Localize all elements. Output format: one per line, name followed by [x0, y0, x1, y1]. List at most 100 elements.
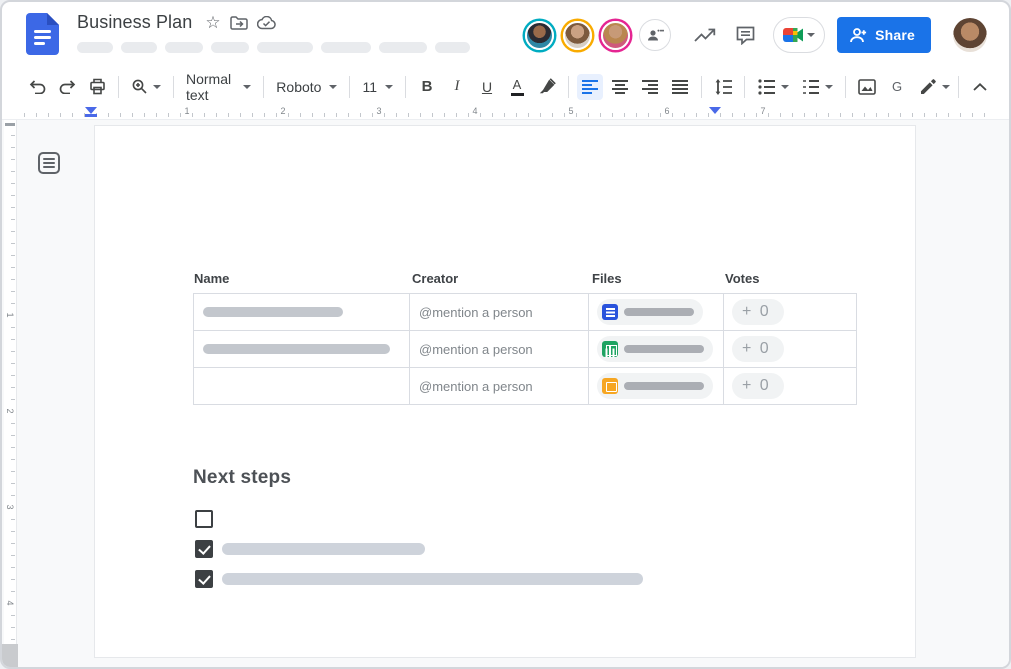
file-name-placeholder-bar — [624, 308, 694, 316]
checkbox[interactable] — [195, 570, 213, 588]
vote-chip[interactable]: + 0 — [732, 336, 784, 362]
menu-item-placeholder[interactable] — [77, 42, 113, 53]
hide-menus-button[interactable] — [967, 74, 993, 100]
votes-cell[interactable]: + 0 — [723, 368, 857, 404]
checkbox[interactable] — [195, 510, 213, 528]
menu-item-placeholder[interactable] — [435, 42, 470, 53]
task-placeholder-bar — [222, 543, 425, 555]
divider — [349, 76, 350, 98]
votes-cell[interactable]: + 0 — [723, 294, 857, 330]
bulleted-list-button[interactable] — [753, 74, 793, 100]
font-size-caret — [385, 85, 393, 89]
comment-icon[interactable] — [725, 15, 765, 55]
column-header-votes: Votes — [723, 271, 857, 286]
meet-button[interactable] — [773, 17, 825, 53]
activity-dashboard-icon[interactable] — [685, 15, 725, 55]
font-size-value: 11 — [362, 79, 377, 95]
task-placeholder-bar — [222, 573, 643, 585]
align-justify-button[interactable] — [667, 74, 693, 100]
document-title[interactable]: Business Plan — [77, 12, 192, 33]
table-row: @mention a person + 0 — [193, 294, 857, 331]
menu-item-placeholder[interactable] — [165, 42, 203, 53]
meet-dropdown-caret[interactable] — [807, 33, 815, 37]
share-button[interactable]: Share — [837, 17, 931, 53]
editing-mode-button[interactable] — [914, 74, 956, 100]
g-tool-icon[interactable]: G — [884, 74, 910, 100]
files-cell[interactable] — [588, 368, 723, 404]
hidden-collaborators-button[interactable] — [639, 19, 671, 51]
editing-mode-caret — [942, 85, 950, 89]
menu-item-placeholder[interactable] — [379, 42, 427, 53]
ruler-number: 1 — [5, 310, 15, 320]
divider — [263, 76, 264, 98]
files-cell[interactable] — [588, 294, 723, 330]
vote-chip[interactable]: + 0 — [732, 373, 784, 399]
creator-cell[interactable]: @mention a person — [409, 331, 588, 367]
right-indent-marker[interactable] — [709, 107, 721, 114]
top-margin-marker[interactable] — [5, 123, 15, 126]
checklist-item — [195, 569, 643, 589]
file-chip[interactable] — [597, 373, 713, 399]
ruler-number: 3 — [374, 106, 384, 116]
left-indent-bar[interactable] — [85, 114, 97, 117]
redo-button[interactable] — [54, 74, 80, 100]
align-right-button[interactable] — [637, 74, 663, 100]
name-cell[interactable] — [193, 331, 409, 367]
bold-button[interactable]: B — [414, 74, 440, 100]
vote-chip[interactable]: + 0 — [732, 299, 784, 325]
ruler-end-block — [2, 644, 18, 669]
account-avatar[interactable] — [953, 18, 987, 52]
ruler-number: 4 — [470, 106, 480, 116]
zoom-caret — [153, 85, 161, 89]
mention-placeholder[interactable]: @mention a person — [419, 379, 533, 394]
menu-item-placeholder[interactable] — [321, 42, 371, 53]
mention-placeholder[interactable]: @mention a person — [419, 342, 533, 357]
paragraph-style-select[interactable]: Normal text — [180, 74, 257, 100]
menu-item-placeholder[interactable] — [257, 42, 313, 53]
files-cell[interactable] — [588, 331, 723, 367]
vertical-ruler: 1 2 3 4 — [4, 120, 17, 644]
text-color-button[interactable]: A — [504, 74, 530, 100]
name-cell[interactable] — [193, 368, 409, 404]
undo-button[interactable] — [24, 74, 50, 100]
creator-cell[interactable]: @mention a person — [409, 368, 588, 404]
collaborator-avatar[interactable] — [563, 21, 592, 50]
ruler-ticks — [24, 113, 987, 117]
file-chip[interactable] — [597, 299, 703, 325]
name-cell[interactable] — [193, 294, 409, 330]
font-family-select[interactable]: Roboto — [270, 74, 343, 100]
file-chip[interactable] — [597, 336, 713, 362]
zoom-select[interactable] — [127, 74, 165, 100]
align-center-button[interactable] — [607, 74, 633, 100]
print-button[interactable] — [84, 74, 110, 100]
page[interactable]: Name Creator Files Votes @mention a pers… — [95, 126, 915, 657]
star-icon[interactable]: ☆ — [205, 14, 220, 31]
menu-item-placeholder[interactable] — [121, 42, 157, 53]
line-spacing-button[interactable] — [710, 74, 736, 100]
divider — [568, 76, 569, 98]
align-left-button[interactable] — [577, 74, 603, 100]
cloud-saved-icon[interactable] — [257, 16, 276, 30]
insert-image-button[interactable] — [854, 74, 880, 100]
underline-button[interactable]: U — [474, 74, 500, 100]
ruler-number: 4 — [5, 598, 15, 608]
highlight-color-button[interactable] — [534, 74, 560, 100]
left-indent-marker[interactable] — [85, 107, 97, 114]
checkbox[interactable] — [195, 540, 213, 558]
ruler-number: 7 — [758, 106, 768, 116]
votes-cell[interactable]: + 0 — [723, 331, 857, 367]
document-outline-button[interactable] — [38, 152, 60, 174]
menu-item-placeholder[interactable] — [211, 42, 249, 53]
font-size-select[interactable]: 11 — [356, 74, 399, 100]
italic-button[interactable]: I — [444, 74, 470, 100]
mention-placeholder[interactable]: @mention a person — [419, 305, 533, 320]
collaborator-avatar[interactable] — [601, 21, 630, 50]
creator-cell[interactable]: @mention a person — [409, 294, 588, 330]
numbered-list-button[interactable] — [797, 74, 837, 100]
move-folder-icon[interactable] — [230, 16, 248, 30]
font-caret — [329, 85, 337, 89]
docs-logo-icon[interactable] — [26, 13, 59, 55]
collaborator-avatar[interactable] — [525, 21, 554, 50]
ruler-ticks — [11, 126, 15, 640]
meet-camera-icon — [783, 28, 803, 42]
